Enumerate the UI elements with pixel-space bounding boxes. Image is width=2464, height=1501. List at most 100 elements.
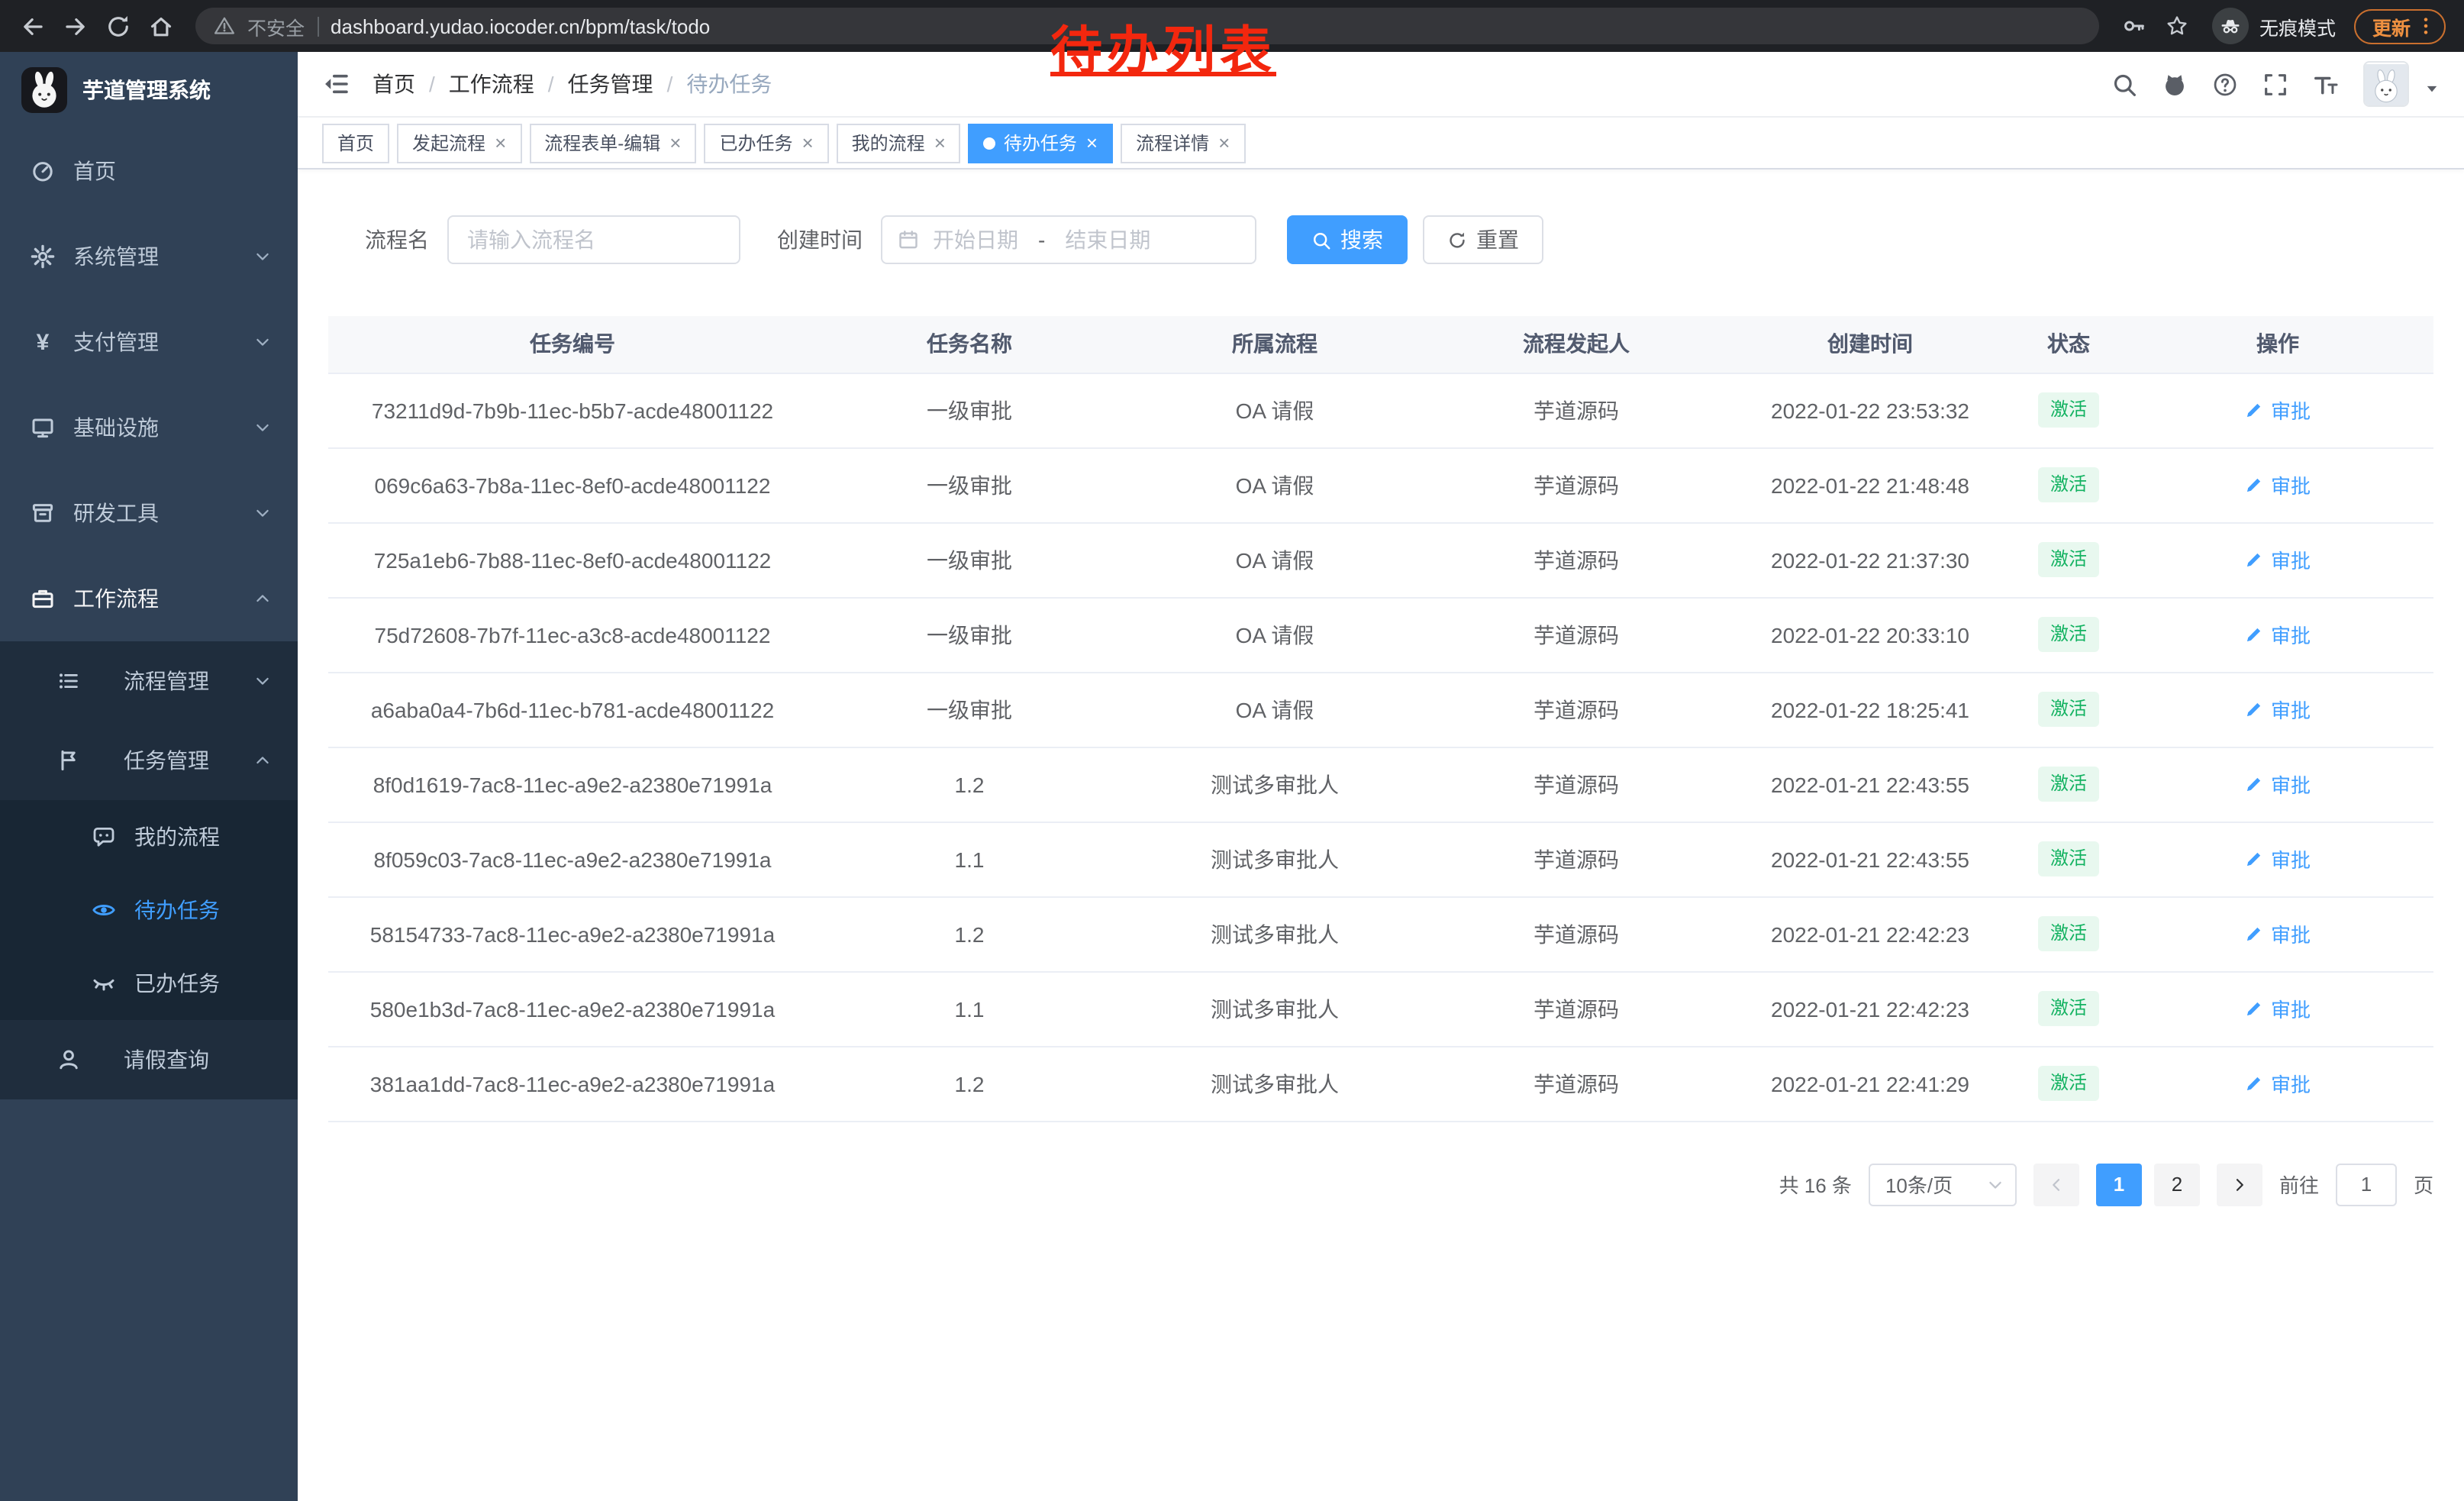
close-icon[interactable]: ×	[934, 133, 946, 153]
breadcrumb-item-current: 待办任务	[686, 69, 772, 99]
column-header-4: 创建时间	[1725, 316, 2015, 373]
browser-back-icon[interactable]	[12, 6, 52, 46]
address-bar[interactable]: 不安全 dashboard.yudao.iocoder.cn/bpm/task/…	[195, 8, 2099, 44]
breadcrumb-item-home[interactable]: 首页	[373, 69, 415, 99]
chat-icon	[92, 825, 116, 849]
search-button[interactable]: 搜索	[1287, 215, 1408, 264]
sidebar: 芋道管理系统 首页系统管理¥支付管理基础设施研发工具工作流程流程管理任务管理我的…	[0, 52, 298, 1501]
caret-down-icon[interactable]	[2424, 81, 2440, 107]
approve-link[interactable]: 审批	[2245, 844, 2311, 873]
approve-link[interactable]: 审批	[2245, 1069, 2311, 1098]
tab-home[interactable]: 首页	[322, 123, 389, 163]
sidebar-item-task-mgmt[interactable]: 任务管理	[0, 721, 298, 800]
prev-page-button[interactable]	[2033, 1163, 2079, 1206]
edit-icon	[2245, 999, 2265, 1018]
fullscreen-icon[interactable]	[2262, 71, 2288, 97]
breadcrumb-item-workflow[interactable]: 工作流程	[449, 69, 534, 99]
browser-update-button[interactable]: 更新	[2354, 8, 2446, 44]
cell-task-name: 1.1	[817, 822, 1122, 896]
page-size-select[interactable]: 10条/页	[1869, 1163, 2017, 1206]
goto-page-input[interactable]	[2336, 1163, 2397, 1206]
range-separator: -	[1038, 228, 1045, 252]
tab-done-task[interactable]: 已办任务×	[704, 123, 828, 163]
incognito-badge: 无痕模式	[2212, 8, 2336, 44]
browser-reload-icon[interactable]	[98, 6, 137, 46]
cell-create-time: 2022-01-22 21:37:30	[1725, 522, 2015, 597]
approve-link[interactable]: 审批	[2245, 620, 2311, 649]
reset-button[interactable]: 重置	[1423, 215, 1543, 264]
bookmark-star-icon[interactable]	[2157, 6, 2197, 46]
close-icon[interactable]: ×	[669, 133, 681, 153]
sidebar-toggle-icon[interactable]	[322, 70, 350, 98]
close-icon[interactable]: ×	[1218, 133, 1230, 153]
cell-process-name: OA 请假	[1122, 597, 1427, 672]
search-icon[interactable]	[2111, 71, 2137, 97]
avatar[interactable]	[2363, 61, 2409, 107]
app-logo[interactable]: 芋道管理系统	[0, 52, 298, 128]
cell-action: 审批	[2122, 896, 2433, 971]
approve-link[interactable]: 审批	[2245, 470, 2311, 499]
tab-label: 流程表单-编辑	[544, 130, 660, 156]
tab-my-process[interactable]: 我的流程×	[837, 123, 961, 163]
sidebar-menu: 首页系统管理¥支付管理基础设施研发工具工作流程流程管理任务管理我的流程待办任务已…	[0, 128, 298, 1099]
tab-process-detail[interactable]: 流程详情×	[1121, 123, 1245, 163]
close-icon[interactable]: ×	[495, 133, 506, 153]
table-row: 73211d9d-7b9b-11ec-b5b7-acde48001122一级审批…	[328, 373, 2433, 447]
close-icon[interactable]: ×	[1086, 133, 1098, 153]
cell-task-name: 一级审批	[817, 373, 1122, 447]
sidebar-item-my-process[interactable]: 我的流程	[0, 800, 298, 873]
page-button-2[interactable]: 2	[2154, 1163, 2200, 1206]
page-button-1[interactable]: 1	[2096, 1163, 2142, 1206]
sidebar-item-infrastructure[interactable]: 基础设施	[0, 385, 298, 470]
approve-link[interactable]: 审批	[2245, 695, 2311, 724]
approve-link[interactable]: 审批	[2245, 770, 2311, 799]
next-page-button[interactable]	[2217, 1163, 2262, 1206]
chevron-down-icon	[253, 504, 272, 522]
todo-task-table: 任务编号任务名称所属流程流程发起人创建时间状态操作 73211d9d-7b9b-…	[328, 316, 2433, 1122]
sidebar-item-done-task[interactable]: 已办任务	[0, 947, 298, 1020]
cell-initiator: 芋道源码	[1427, 597, 1725, 672]
tab-todo-task[interactable]: 待办任务 ×	[969, 123, 1113, 163]
sidebar-item-payment-mgmt[interactable]: ¥支付管理	[0, 299, 298, 385]
tab-start-process[interactable]: 发起流程×	[397, 123, 521, 163]
approve-link[interactable]: 审批	[2245, 994, 2311, 1023]
cell-create-time: 2022-01-22 21:48:48	[1725, 447, 2015, 522]
sidebar-item-leave-query[interactable]: 请假查询	[0, 1020, 298, 1099]
approve-link-label: 审批	[2271, 844, 2311, 873]
column-header-1: 任务名称	[817, 316, 1122, 373]
date-range-picker[interactable]: 开始日期 - 结束日期	[881, 215, 1256, 264]
close-icon[interactable]: ×	[801, 133, 813, 153]
column-header-5: 状态	[2015, 316, 2122, 373]
sidebar-item-dev-tools[interactable]: 研发工具	[0, 470, 298, 556]
cell-task-id: 75d72608-7b7f-11ec-a3c8-acde48001122	[328, 597, 817, 672]
sidebar-item-todo-task[interactable]: 待办任务	[0, 873, 298, 947]
pager: 12	[2096, 1163, 2200, 1206]
breadcrumb-item-task-mgmt[interactable]: 任务管理	[568, 69, 653, 99]
approve-link[interactable]: 审批	[2245, 545, 2311, 574]
font-size-icon[interactable]	[2313, 71, 2339, 97]
browser-forward-icon[interactable]	[55, 6, 95, 46]
sidebar-item-process-mgmt[interactable]: 流程管理	[0, 641, 298, 721]
sidebar-item-system-mgmt[interactable]: 系统管理	[0, 214, 298, 299]
github-icon[interactable]	[2162, 71, 2188, 97]
browser-home-icon[interactable]	[140, 6, 180, 46]
main-area: 首页 / 工作流程 / 任务管理 / 待办任务	[298, 52, 2464, 1501]
sidebar-item-workflow[interactable]: 工作流程	[0, 556, 298, 641]
password-key-icon[interactable]	[2114, 6, 2154, 46]
help-icon[interactable]	[2212, 71, 2238, 97]
sidebar-item-label: 基础设施	[73, 412, 159, 443]
tab-label: 待办任务	[1004, 130, 1077, 156]
approve-link[interactable]: 审批	[2245, 395, 2311, 424]
cell-create-time: 2022-01-22 18:25:41	[1725, 672, 2015, 747]
start-date-placeholder: 开始日期	[933, 224, 1018, 255]
calendar-icon	[898, 229, 919, 250]
approve-link[interactable]: 审批	[2245, 919, 2311, 948]
sidebar-item-label: 研发工具	[73, 498, 159, 528]
incognito-label: 无痕模式	[2259, 11, 2336, 40]
chevron-down-icon	[1986, 1175, 2004, 1193]
browser-menu-icon[interactable]	[2415, 15, 2437, 37]
cell-task-id: 580e1b3d-7ac8-11ec-a9e2-a2380e71991a	[328, 971, 817, 1046]
process-name-input[interactable]	[447, 215, 740, 264]
sidebar-item-home[interactable]: 首页	[0, 128, 298, 214]
tab-form-edit[interactable]: 流程表单-编辑 ×	[529, 123, 696, 163]
